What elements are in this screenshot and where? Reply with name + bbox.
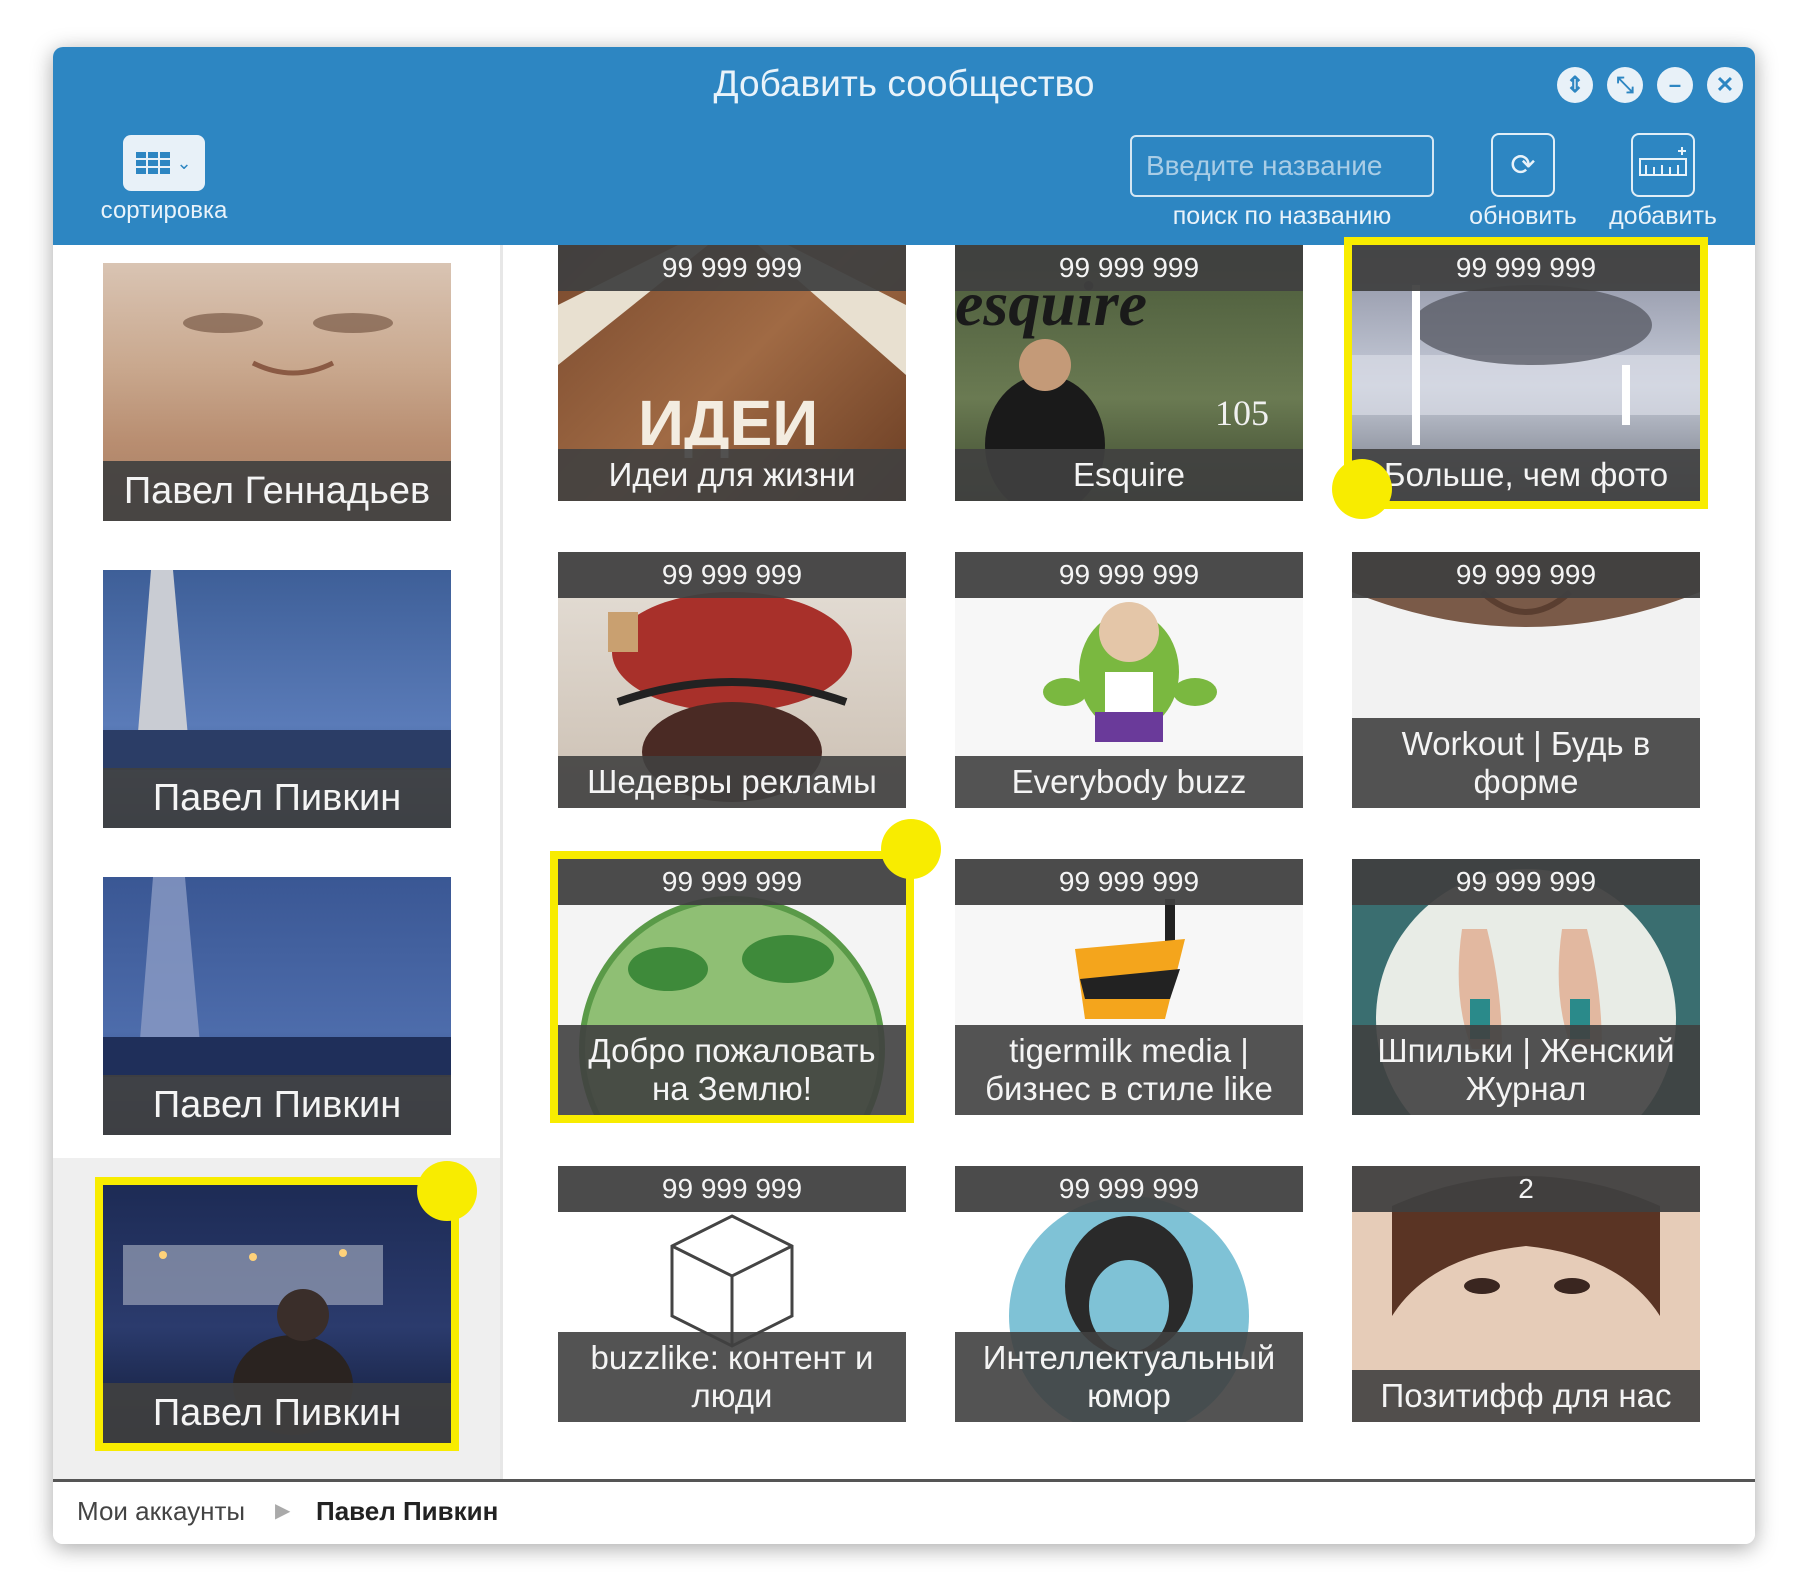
community-tile[interactable]: 2 Позитифф для нас — [1352, 1166, 1700, 1422]
refresh-button[interactable]: ⟳ — [1491, 133, 1555, 197]
account-card-selected[interactable]: Павел Пивкин — [95, 1177, 459, 1451]
community-name: Шпильки | Женский Журнал — [1352, 1025, 1700, 1115]
member-count: 99 999 999 — [955, 859, 1303, 905]
esquire-issue-text: 105 — [1215, 393, 1269, 433]
account-card[interactable]: Павел Пивкин — [103, 570, 451, 828]
refresh-label: обновить — [1469, 202, 1577, 230]
account-name: Павел Геннадьев — [103, 461, 451, 521]
community-name: Интеллектуальный юмор — [955, 1332, 1303, 1422]
community-name: Больше, чем фото — [1352, 449, 1700, 501]
grid-view-icon — [136, 152, 171, 174]
member-count: 99 999 999 — [1352, 859, 1700, 905]
community-name: Добро пожаловать на Землю! — [558, 1025, 906, 1115]
sort-button[interactable]: ⌄ — [123, 135, 205, 191]
member-count: 99 999 999 — [1352, 552, 1700, 598]
community-tile[interactable]: 99 999 999 tigermilk media | бизнес в ст… — [955, 859, 1303, 1115]
minimize-icon[interactable]: – — [1657, 67, 1693, 103]
member-count: 99 999 999 — [558, 1166, 906, 1212]
community-tile[interactable]: 99 999 999 Шпильки | Женский Журнал — [1352, 859, 1700, 1115]
member-count: 99 999 999 — [558, 859, 906, 905]
member-count: 99 999 999 — [1352, 245, 1700, 291]
account-name: Павел Пивкин — [103, 1383, 451, 1443]
community-name: buzzlike: контент и люди — [558, 1332, 906, 1422]
member-count: 99 999 999 — [955, 245, 1303, 291]
window-title: Добавить сообщество — [713, 63, 1095, 104]
selection-marker — [1332, 459, 1392, 519]
add-button[interactable] — [1631, 133, 1695, 197]
member-count: 99 999 999 — [558, 245, 906, 291]
community-tile-selected[interactable]: 99 999 999 Добро пожаловать на Землю! — [550, 851, 914, 1123]
resize-icon[interactable]: ⤡ — [1607, 67, 1643, 103]
add-community-window: Добавить сообщество ⇕ ⤡ – ✕ ⌄ сортировка… — [53, 47, 1755, 1544]
community-name: Идеи для жизни — [558, 449, 906, 501]
breadcrumb: Мои аккаунты ▶ Павел Пивкин — [53, 1479, 1755, 1544]
refresh-icon: ⟳ — [1510, 148, 1536, 182]
header-bar: Добавить сообщество ⇕ ⤡ – ✕ ⌄ сортировка… — [53, 47, 1755, 245]
account-name: Павел Пивкин — [103, 768, 451, 828]
community-tile[interactable]: esquire 105 99 999 999 Esquire — [955, 245, 1303, 501]
community-tile[interactable]: ИДЕИ 99 999 999 Идеи для жизни — [558, 245, 906, 501]
member-count: 99 999 999 — [955, 1166, 1303, 1212]
selection-marker — [881, 819, 941, 879]
breadcrumb-root[interactable]: Мои аккаунты — [77, 1496, 245, 1527]
community-tile[interactable]: 99 999 999 Интеллектуальный юмор — [955, 1166, 1303, 1422]
community-tile[interactable]: 99 999 999 Шедевры рекламы — [558, 552, 906, 808]
member-count: 99 999 999 — [558, 552, 906, 598]
community-name: Everybody buzz — [955, 756, 1303, 808]
community-tile[interactable]: 99 999 999 buzzlike: контент и люди — [558, 1166, 906, 1422]
community-tile[interactable]: 99 999 999 Everybody buzz — [955, 552, 1303, 808]
community-tile[interactable]: 99 999 999 Workout | Будь в форме — [1352, 552, 1700, 808]
breadcrumb-arrow-icon: ▶ — [275, 1500, 291, 1522]
community-name: Esquire — [955, 449, 1303, 501]
community-tile-selected[interactable]: 99 999 999 Больше, чем фото — [1344, 237, 1708, 509]
member-count: 99 999 999 — [955, 552, 1303, 598]
breadcrumb-current: Павел Пивкин — [316, 1496, 499, 1526]
account-card[interactable]: Павел Геннадьев — [103, 263, 451, 521]
account-card[interactable]: Павел Пивкин — [103, 877, 451, 1135]
selection-marker — [417, 1161, 477, 1221]
community-name: Workout | Будь в форме — [1352, 718, 1700, 808]
community-name: tigermilk media | бизнес в стиле like — [955, 1025, 1303, 1115]
collapse-icon[interactable]: ⇕ — [1557, 67, 1593, 103]
search-label: поиск по названию — [1172, 202, 1392, 230]
member-count: 2 — [1352, 1166, 1700, 1212]
sort-label: сортировка — [100, 197, 228, 224]
community-name: Шедевры рекламы — [558, 756, 906, 808]
chevron-down-icon: ⌄ — [176, 152, 192, 173]
account-name: Павел Пивкин — [103, 1075, 451, 1135]
accounts-panel: Павел Геннадьев Павел Пивкин Павел Пивки… — [53, 245, 503, 1479]
search-input[interactable] — [1130, 135, 1434, 197]
close-icon[interactable]: ✕ — [1707, 67, 1743, 103]
add-label: добавить — [1609, 202, 1717, 230]
community-name: Позитифф для нас — [1352, 1370, 1700, 1422]
add-ruler-icon — [1639, 147, 1687, 176]
